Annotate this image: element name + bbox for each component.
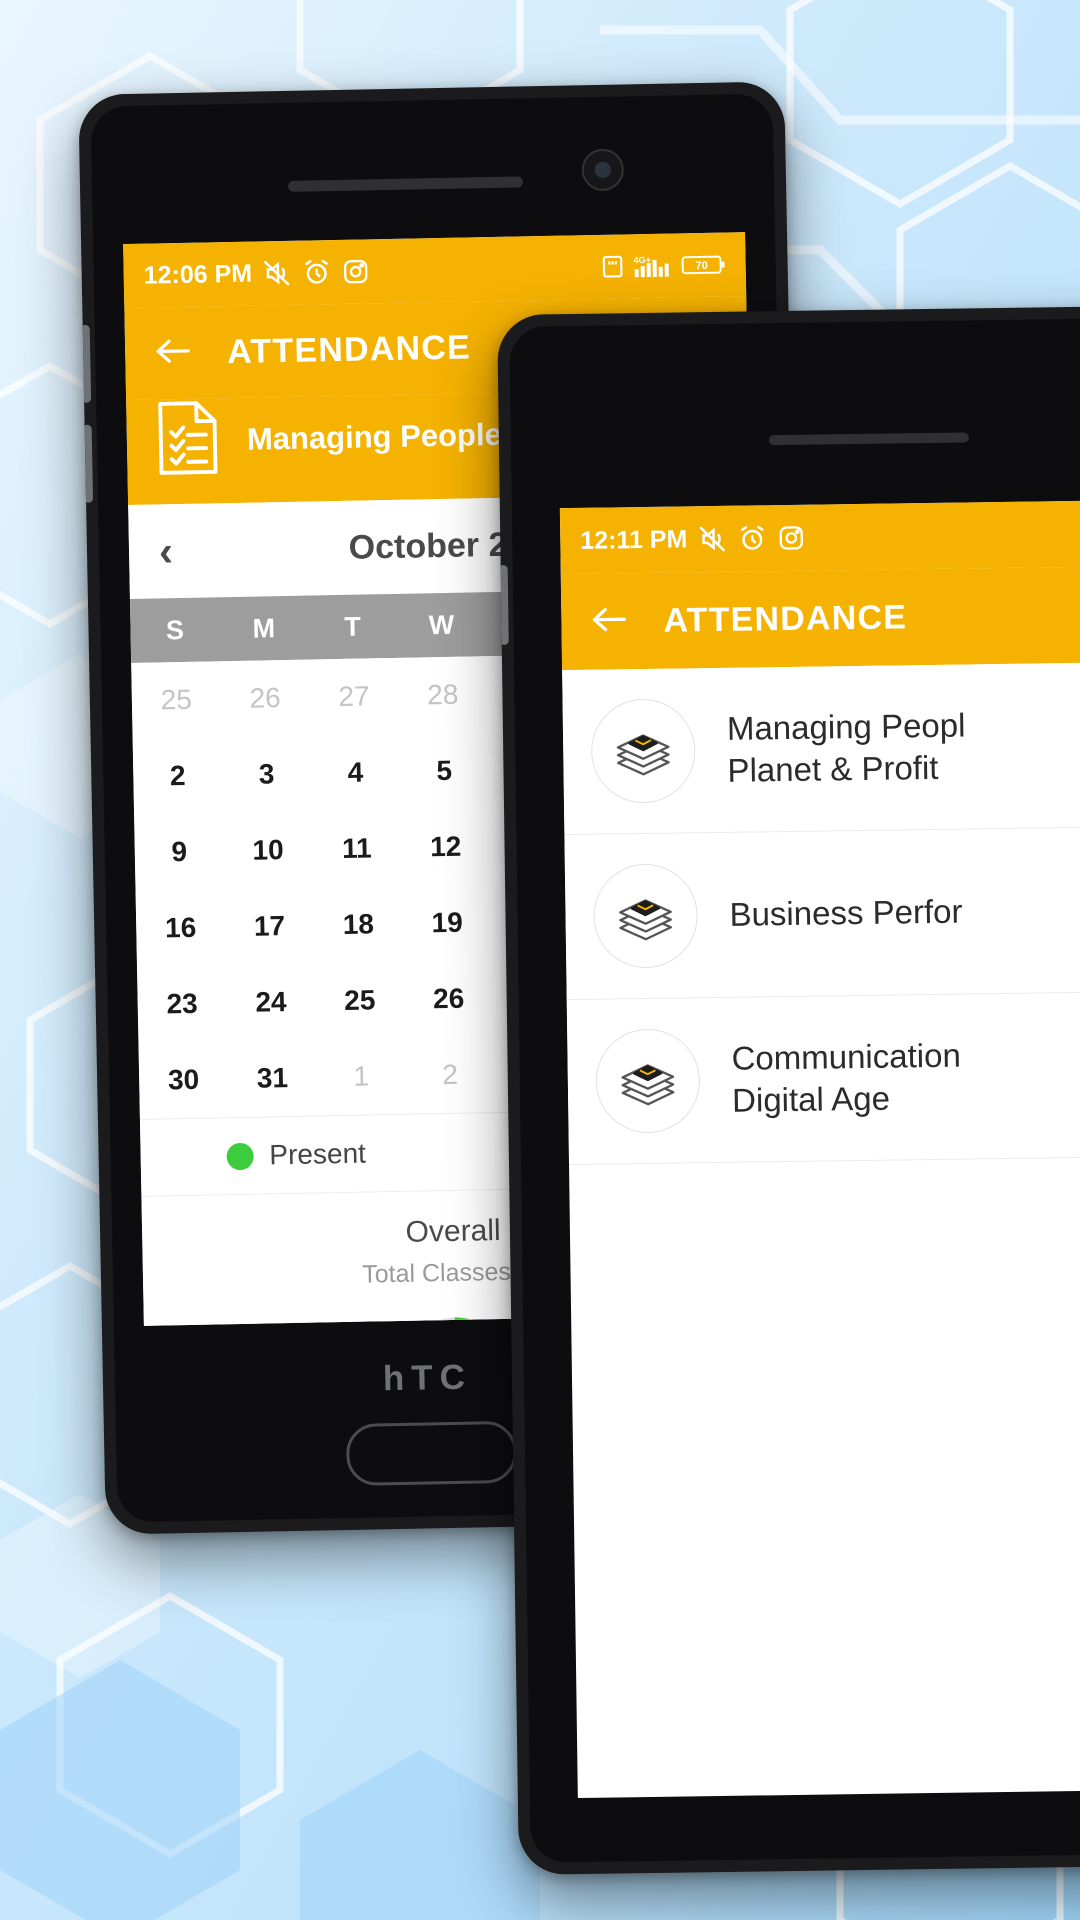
status-time: 12:11 PM <box>580 524 688 555</box>
calendar-day-cell[interactable]: 25 <box>131 661 221 739</box>
phone2-screen: 12:11 PM ATTENDANCE Managing Peopl Plane… <box>559 499 1080 1799</box>
calendar-day-cell[interactable]: 11 <box>312 810 402 888</box>
books-stack-icon <box>590 698 696 804</box>
calendar-day-cell[interactable]: 26 <box>220 660 310 738</box>
weekday-label: T <box>344 611 362 642</box>
books-stack-icon <box>595 1028 701 1134</box>
chevron-left-icon[interactable]: ‹ <box>159 527 174 574</box>
mute-icon <box>699 526 725 552</box>
course-list-item[interactable]: Communication Digital Age <box>566 991 1080 1166</box>
legend-present-label: Present <box>269 1137 367 1171</box>
alarm-icon <box>305 259 329 284</box>
calendar-day-cell[interactable]: 26 <box>404 960 494 1038</box>
calendar-day-cell[interactable]: 28 <box>398 656 488 734</box>
course-list-item[interactable]: Business Perfor <box>564 826 1080 1001</box>
calendar-day-cell[interactable]: 9 <box>134 813 224 891</box>
course-name: Managing Peopl Planet & Profit <box>726 706 966 789</box>
course-name: Business Perfor <box>729 892 963 933</box>
calendar-day-cell[interactable]: 18 <box>313 886 403 964</box>
instagram-icon <box>344 259 368 284</box>
checklist-document-icon <box>154 398 222 482</box>
books-stack-icon <box>592 863 699 969</box>
battery-icon: 70 <box>681 255 725 275</box>
earpiece-speaker <box>768 432 969 446</box>
calendar-day-cell[interactable]: 24 <box>226 964 316 1042</box>
course-name: Communication Digital Age <box>731 1036 962 1119</box>
calendar-day-cell[interactable]: 3 <box>221 736 311 814</box>
phone2-status-bar: 12:11 PM <box>559 499 1080 575</box>
phone2-app-bar: ATTENDANCE <box>560 565 1080 671</box>
calendar-day-cell[interactable]: 17 <box>224 888 314 966</box>
present-dot-icon <box>226 1142 254 1170</box>
front-camera-icon <box>581 148 625 192</box>
htc-logo: hTC <box>382 1357 473 1399</box>
mute-icon <box>264 260 290 286</box>
home-button[interactable] <box>345 1420 517 1487</box>
phone1-status-bar: 12:06 PM 4G+ 70 <box>123 232 747 309</box>
phone-device-right: 12:11 PM ATTENDANCE Managing Peopl Plane… <box>497 305 1080 1875</box>
calendar-day-cell[interactable]: 16 <box>136 889 226 967</box>
page-title: ATTENDANCE <box>663 597 908 640</box>
weekday-label: S <box>165 614 185 645</box>
calendar-day-cell[interactable]: 2 <box>133 737 223 815</box>
page-title: ATTENDANCE <box>226 327 472 371</box>
calendar-day-cell[interactable]: 12 <box>401 808 491 886</box>
calendar-day-cell[interactable]: 31 <box>227 1040 317 1118</box>
course-list-item[interactable]: Managing Peopl Planet & Profit <box>562 661 1080 836</box>
calendar-day-cell[interactable]: 23 <box>137 965 227 1043</box>
back-arrow-icon[interactable] <box>153 334 194 372</box>
calendar-day-cell[interactable]: 2 <box>405 1036 495 1114</box>
calendar-day-cell[interactable]: 27 <box>309 658 399 736</box>
calendar-day-cell[interactable]: 25 <box>315 962 405 1040</box>
alarm-icon <box>740 525 764 550</box>
calendar-day-cell[interactable]: 4 <box>310 734 400 812</box>
calendar-day-cell[interactable]: 1 <box>316 1038 406 1116</box>
phone-bezel: 12:11 PM ATTENDANCE Managing Peopl Plane… <box>509 317 1080 1863</box>
sd-card-icon <box>602 255 623 278</box>
earpiece-speaker <box>287 176 524 192</box>
status-time: 12:06 PM <box>143 259 253 290</box>
attendance-percent-label: 50.0% <box>396 1309 516 1326</box>
calendar-day-cell[interactable]: 19 <box>402 884 492 962</box>
signal-bars-icon: 4G+ <box>633 255 669 278</box>
battery-level: 70 <box>695 260 707 272</box>
course-list[interactable]: Managing Peopl Planet & Profit Business … <box>562 661 1080 1166</box>
calendar-day-cell[interactable]: 30 <box>138 1041 228 1119</box>
back-arrow-icon[interactable] <box>589 603 630 641</box>
calendar-day-cell[interactable]: 10 <box>223 812 313 890</box>
legend-present: Present <box>140 1136 452 1174</box>
calendar-day-cell[interactable]: 5 <box>399 732 489 810</box>
weekday-label: W <box>428 609 455 640</box>
instagram-icon <box>779 526 804 550</box>
attendance-donut-chart: 50.0% <box>396 1309 516 1326</box>
weekday-label: M <box>252 612 276 644</box>
